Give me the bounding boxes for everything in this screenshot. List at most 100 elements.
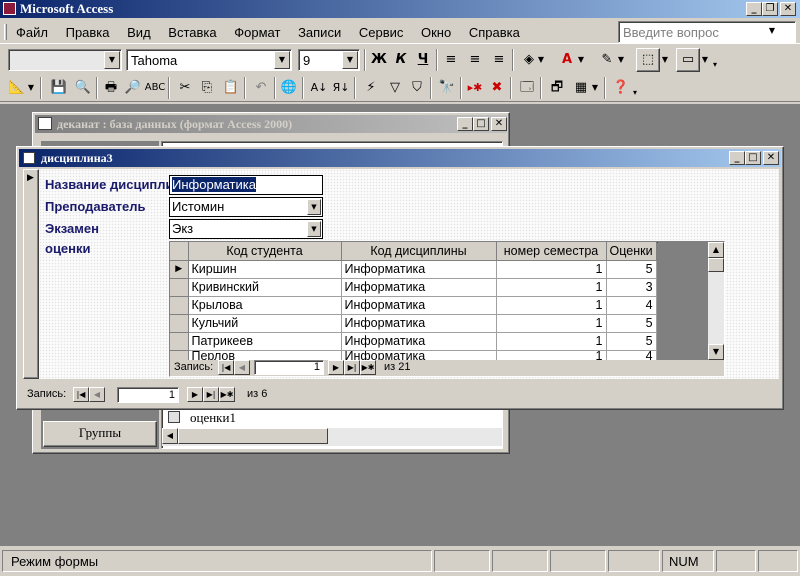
chevron-down-icon[interactable]: ▼ [536, 49, 546, 71]
record-number-field[interactable]: 1 [117, 387, 179, 403]
bold-button[interactable]: Ж [368, 49, 390, 71]
help-question-input[interactable]: Введите вопрос ▼ [618, 21, 796, 43]
table-row[interactable]: Кульчий Информатика 1 5 [170, 314, 657, 333]
chevron-down-icon[interactable]: ▼ [576, 49, 586, 71]
special-effect-icon[interactable]: ▭ [676, 48, 700, 72]
column-header-grade[interactable]: Оценки [606, 242, 657, 261]
row-selector[interactable] [170, 314, 189, 333]
chevron-down-icon[interactable]: ▾ [710, 54, 720, 76]
chevron-down-icon[interactable]: ▼ [307, 221, 321, 237]
underline-button[interactable]: Ч [412, 49, 434, 71]
cut-icon[interactable]: ✂ [174, 77, 196, 99]
record-selector[interactable]: ▶ [23, 169, 39, 379]
list-item[interactable]: оценки1 [168, 410, 236, 426]
font-color-icon[interactable]: A [556, 49, 578, 71]
filter-form-icon[interactable]: ▽ [384, 77, 406, 99]
undo-icon[interactable]: ↶ [250, 77, 272, 99]
column-header-student[interactable]: Код студента [188, 242, 342, 261]
menu-edit[interactable]: Правка [66, 25, 110, 40]
table-row[interactable]: Патрикеев Информатика 1 5 [170, 332, 657, 351]
next-record-button[interactable]: ▶ [187, 387, 203, 402]
chevron-down-icon[interactable]: ▼ [26, 77, 36, 99]
close-button[interactable]: ✕ [763, 151, 779, 165]
scroll-thumb[interactable] [178, 428, 328, 444]
print-icon[interactable]: 🖶 [100, 77, 122, 99]
menu-format[interactable]: Формат [234, 25, 280, 40]
chevron-down-icon[interactable]: ▾ [630, 82, 640, 104]
chevron-down-icon[interactable]: ▼ [764, 23, 780, 41]
search-icon[interactable]: 🔍 [72, 77, 94, 99]
scroll-down-icon[interactable]: ▼ [708, 344, 724, 360]
hyperlink-icon[interactable]: 🌐 [278, 77, 300, 99]
chevron-down-icon[interactable]: ▼ [660, 49, 670, 71]
exam-combo[interactable]: Экз ▼ [169, 219, 323, 239]
prev-record-button[interactable]: ◀ [89, 387, 105, 402]
row-selector[interactable] [170, 332, 189, 351]
menu-file[interactable]: Файл [16, 25, 48, 40]
delete-record-icon[interactable]: ✖ [486, 77, 508, 99]
close-button[interactable]: ✕ [780, 2, 796, 16]
chevron-down-icon[interactable]: ▼ [274, 51, 290, 69]
scroll-thumb[interactable] [708, 258, 724, 272]
font-combo[interactable]: Tahoma ▼ [126, 49, 292, 71]
design-view-icon[interactable]: 📐 [6, 77, 28, 99]
sort-ascending-icon[interactable]: A↓ [308, 77, 330, 99]
menu-records[interactable]: Записи [298, 25, 341, 40]
scroll-up-icon[interactable]: ▲ [708, 242, 724, 258]
chevron-down-icon[interactable]: ▼ [307, 199, 321, 215]
table-row[interactable]: ▶ Киршин Информатика 1 5 [170, 260, 657, 279]
menu-insert[interactable]: Вставка [168, 25, 216, 40]
prev-record-button[interactable]: ◀ [234, 360, 250, 375]
groups-button[interactable]: Группы [43, 421, 157, 447]
align-left-icon[interactable]: ≡ [440, 49, 462, 71]
row-selector[interactable]: ▶ [170, 260, 189, 279]
maximize-button[interactable]: □ [473, 117, 489, 131]
border-icon[interactable]: ⬚ [636, 48, 660, 72]
help-icon[interactable]: ❓ [610, 77, 632, 99]
new-record-icon[interactable]: ▸✱ [464, 77, 486, 99]
column-header-discipline[interactable]: Код дисциплины [341, 242, 497, 261]
restore-button[interactable]: ❐ [762, 2, 778, 16]
table-row[interactable]: Кривинский Информатика 1 3 [170, 278, 657, 297]
chevron-down-icon[interactable]: ▼ [342, 51, 358, 69]
apply-filter-icon[interactable]: ⛉ [406, 77, 428, 99]
column-header-semester[interactable]: номер семестра [496, 242, 607, 261]
database-window-icon[interactable]: 🗗 [546, 77, 568, 99]
scroll-left-icon[interactable]: ◀ [162, 428, 178, 444]
last-record-button[interactable]: ▶| [203, 387, 219, 402]
table-row[interactable]: Крылова Информатика 1 4 [170, 296, 657, 315]
minimize-button[interactable]: _ [746, 2, 762, 16]
line-color-icon[interactable]: ✎ [596, 49, 618, 71]
chevron-down-icon[interactable]: ▼ [590, 77, 600, 99]
last-record-button[interactable]: ▶| [344, 360, 360, 375]
sort-descending-icon[interactable]: Я↓ [330, 77, 352, 99]
chevron-down-icon[interactable]: ▼ [700, 49, 710, 71]
discipline-name-field[interactable]: Информатика [169, 175, 323, 195]
menu-tools[interactable]: Сервис [359, 25, 404, 40]
row-selector[interactable] [170, 296, 189, 315]
minimize-button[interactable]: _ [457, 117, 473, 131]
chevron-down-icon[interactable]: ▼ [104, 51, 120, 69]
filter-selection-icon[interactable]: ⚡ [360, 77, 382, 99]
object-combo[interactable]: ▼ [8, 49, 122, 71]
horizontal-scrollbar[interactable]: ◀ [162, 428, 502, 446]
font-size-combo[interactable]: 9 ▼ [298, 49, 360, 71]
italic-button[interactable]: К [390, 49, 412, 71]
spelling-icon[interactable]: ABC [144, 77, 166, 99]
new-record-button[interactable]: ▶✱ [360, 360, 376, 375]
new-record-button[interactable]: ▶✱ [219, 387, 235, 402]
first-record-button[interactable]: |◀ [218, 360, 234, 375]
vertical-scrollbar[interactable]: ▲ ▼ [708, 242, 724, 360]
minimize-button[interactable]: _ [729, 151, 745, 165]
align-center-icon[interactable]: ≡ [464, 49, 486, 71]
save-icon[interactable]: 💾 [48, 77, 70, 99]
horizontal-scrollbar[interactable] [273, 387, 773, 403]
copy-icon[interactable]: ⎘ [196, 77, 218, 99]
align-right-icon[interactable]: ≡ [488, 49, 510, 71]
properties-icon[interactable]: 🗔 [516, 77, 538, 99]
print-preview-icon[interactable]: 🔎 [122, 77, 144, 99]
chevron-down-icon[interactable]: ▼ [616, 49, 626, 71]
new-object-icon[interactable]: ▦ [570, 77, 592, 99]
maximize-button[interactable]: □ [745, 151, 761, 165]
paste-icon[interactable]: 📋 [220, 77, 242, 99]
